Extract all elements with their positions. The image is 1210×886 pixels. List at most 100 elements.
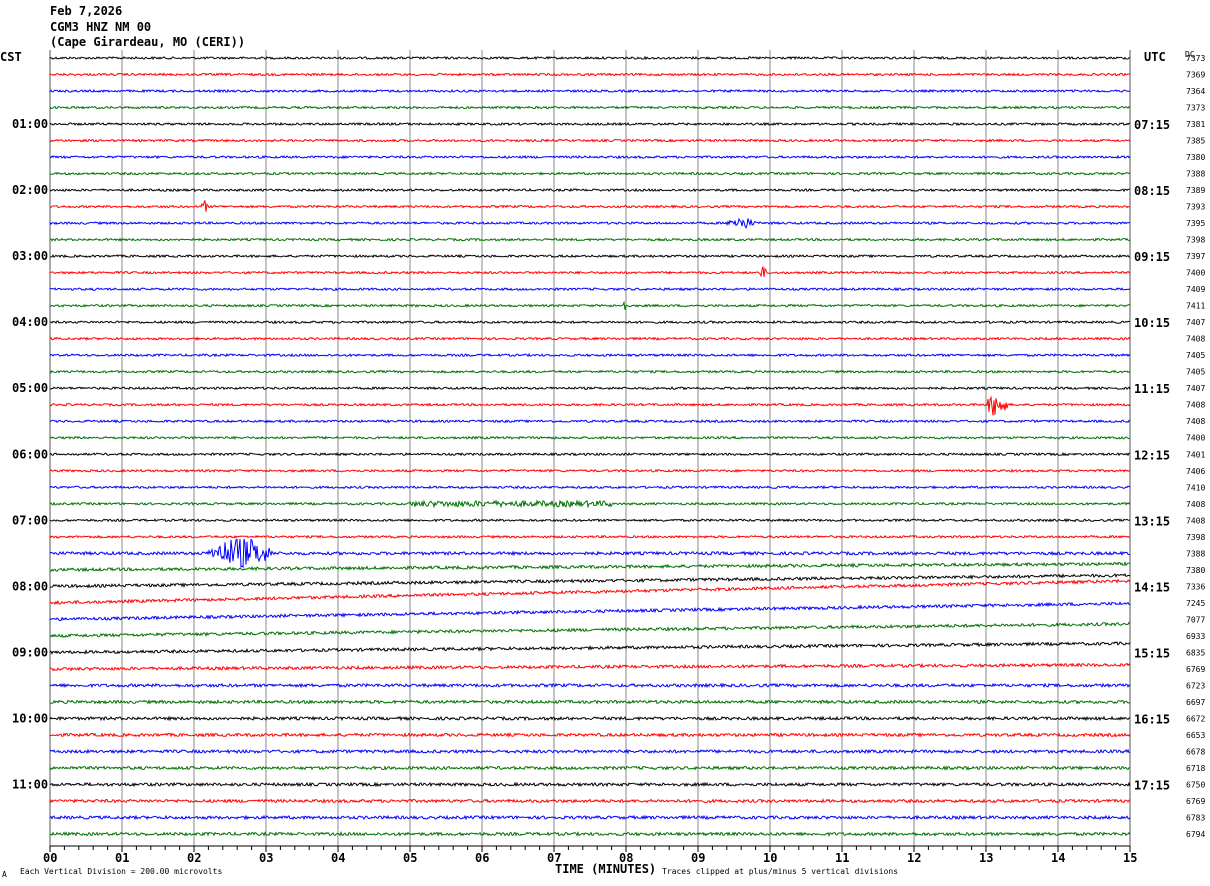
row-labels: 01:00 02:00 03:00 04:00 05:00 06:00 07:00 08:00… [12,54,1205,839]
dc-value: 7389 [1186,186,1205,195]
trace-44 [49,781,1131,788]
x-tick-label: 03 [259,851,273,865]
trace-37 [49,662,1131,672]
dc-value: 6933 [1186,632,1205,641]
dc-value: 7364 [1186,87,1205,96]
utc-time-label: 15:15 [1134,646,1170,660]
trace-9 [49,200,1131,212]
dc-value: 7405 [1186,368,1205,377]
utc-time-label: 11:15 [1134,382,1170,396]
utc-time-label: 10:15 [1134,316,1170,330]
dc-value: 6653 [1186,731,1205,740]
utc-time-label: 13:15 [1134,514,1170,528]
dc-value: 7373 [1186,54,1205,63]
trace-4 [49,121,1131,127]
trace-36 [49,641,1131,655]
x-tick-label: 00 [43,851,57,865]
trace-5 [49,138,1131,143]
dc-value: 7408 [1186,417,1205,426]
utc-time-label: 17:15 [1134,778,1170,792]
dc-value: 6783 [1186,813,1205,822]
trace-22 [49,419,1131,424]
trace-42 [49,748,1131,755]
utc-time-label: 12:15 [1134,448,1170,462]
clip-note: Traces clipped at plus/minus 5 vertical … [662,867,898,876]
x-tick-label: 05 [403,851,417,865]
cst-time-label: 06:00 [12,447,48,461]
trace-12 [50,253,1131,259]
trace-8 [49,187,1130,193]
station-label: CGM3 HNZ NM 00 [50,20,151,34]
trace-24 [49,452,1131,457]
dc-value: 7388 [1186,549,1205,558]
trace-17 [49,336,1131,341]
helicorder-chart: Feb 7,2026 CGM3 HNZ NM 00 (Cape Girardea… [0,4,1205,879]
trace-29 [49,534,1131,539]
trace-41 [49,732,1131,738]
x-tick-label: 02 [187,851,201,865]
trace-47 [49,830,1131,837]
cst-time-label: 01:00 [12,117,48,131]
date-label: Feb 7,2026 [50,4,122,18]
dc-value: 7393 [1186,203,1205,212]
trace-27 [49,499,1131,509]
trace-30 [49,538,1131,569]
trace-39 [49,699,1131,705]
dc-value: 7397 [1186,252,1205,261]
utc-time-label: 14:15 [1134,580,1170,594]
dc-value: 7398 [1186,533,1205,542]
dc-value: 7407 [1186,384,1205,393]
x-tick-label: 10 [763,851,777,865]
dc-value: 7408 [1186,401,1205,410]
dc-value: 7400 [1186,434,1205,443]
trace-26 [49,485,1131,490]
dc-value: 7409 [1186,285,1205,294]
trace-32 [49,572,1131,589]
dc-value: 7400 [1186,269,1205,278]
dc-value: 6672 [1186,714,1205,723]
trace-28 [49,518,1131,523]
trace-2 [49,88,1131,94]
dc-value: 7405 [1186,351,1205,360]
cst-time-label: 05:00 [12,381,48,395]
x-axis-title: TIME (MINUTES) [555,862,656,876]
x-tick-label: 12 [907,851,921,865]
dc-value: 7388 [1186,170,1205,179]
dc-value: 7411 [1186,302,1205,311]
dc-value: 7407 [1186,318,1205,327]
x-tick-label: 11 [835,851,849,865]
cst-time-label: 10:00 [12,711,48,725]
x-tick-label: 01 [115,851,129,865]
trace-10 [49,217,1131,229]
dc-value: 7381 [1186,120,1205,129]
trace-20 [49,386,1131,391]
x-tick-label: 04 [331,851,345,865]
trace-43 [49,765,1131,771]
cst-time-label: 09:00 [12,645,48,659]
trace-13 [49,266,1131,278]
dc-value: 6697 [1186,698,1205,707]
dc-value: 7401 [1186,450,1205,459]
trace-11 [49,237,1131,242]
cst-time-label: 04:00 [12,315,48,329]
dc-value: 6794 [1186,830,1205,839]
left-timezone-label: CST [0,50,22,64]
trace-0 [49,55,1131,61]
dc-value: 6769 [1186,797,1205,806]
trace-38 [49,682,1131,689]
trace-34 [49,601,1131,622]
utc-time-label: 07:15 [1134,118,1170,132]
dc-value: 6723 [1186,681,1205,690]
x-tick-label: 15 [1123,851,1137,865]
utc-time-label: 09:15 [1134,250,1170,264]
grid [49,50,1131,846]
utc-time-label: 08:15 [1134,184,1170,198]
dc-value: 6835 [1186,648,1205,657]
trace-21 [49,395,1131,416]
cst-time-label: 11:00 [12,777,48,791]
scale-note: Each Vertical Division = 200.00 microvol… [20,867,222,876]
trace-1 [49,72,1131,77]
trace-6 [49,154,1131,160]
cst-time-label: 07:00 [12,513,48,527]
trace-45 [49,798,1131,804]
